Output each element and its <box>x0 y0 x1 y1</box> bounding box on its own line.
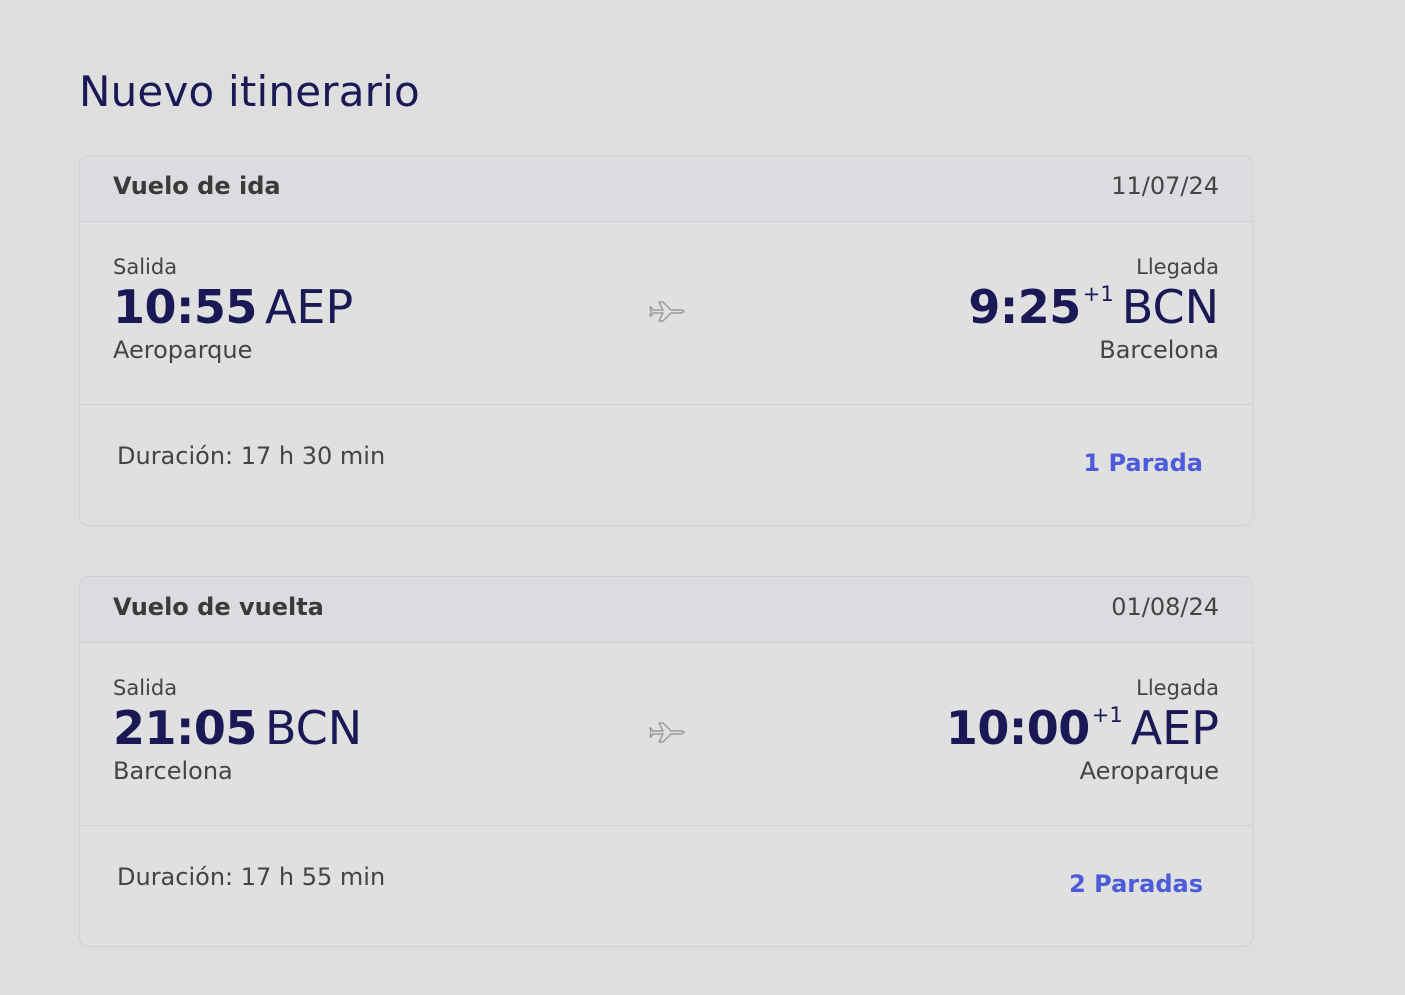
flight-duration: Duración: 17 h 55 min <box>117 863 386 891</box>
departure-city: Aeroparque <box>113 336 253 364</box>
arrival-info: Llegada 9:25 +1 BCN Barcelona <box>968 254 1219 366</box>
leg-title: Vuelo de ida <box>113 172 281 200</box>
stops-link[interactable]: 1 Parada <box>1083 449 1203 477</box>
arrival-airport-code: BCN <box>1121 280 1219 334</box>
departure-time: 10:55 <box>113 280 257 334</box>
arrival-city: Aeroparque <box>1079 757 1219 785</box>
route-summary: Salida 21:05 BCN Barcelona Llegada 10:00… <box>80 643 1252 826</box>
airplane-icon <box>649 301 685 322</box>
departure-airport-code: BCN <box>264 701 363 755</box>
leg-title: Vuelo de vuelta <box>113 593 324 621</box>
day-offset: +1 <box>1082 282 1114 306</box>
outbound-flight-card: Vuelo de ida 11/07/24 Salida 10:55 AEP A… <box>79 155 1253 526</box>
flight-footer: Duración: 17 h 55 min 2 Paradas <box>80 827 1252 946</box>
page-title: Nuevo itinerario <box>79 67 420 116</box>
departure-airport-code: AEP <box>264 280 354 334</box>
arrival-airport-code: AEP <box>1130 701 1219 755</box>
arrival-time: 10:00 <box>945 701 1090 755</box>
outbound-card-header: Vuelo de ida 11/07/24 <box>80 156 1252 222</box>
arrival-label: Llegada <box>1136 676 1219 700</box>
departure-city: Barcelona <box>113 757 233 785</box>
return-flight-card: Vuelo de vuelta 01/08/24 Salida 21:05 BC… <box>79 576 1253 947</box>
return-card-header: Vuelo de vuelta 01/08/24 <box>80 577 1252 643</box>
departure-label: Salida <box>113 255 178 279</box>
leg-date: 11/07/24 <box>1111 172 1219 200</box>
leg-date: 01/08/24 <box>1111 593 1219 621</box>
departure-time: 21:05 <box>113 701 257 755</box>
day-offset: +1 <box>1091 703 1123 727</box>
departure-info: Salida 21:05 BCN Barcelona <box>113 675 362 787</box>
departure-info: Salida 10:55 AEP Aeroparque <box>113 254 353 366</box>
flight-duration: Duración: 17 h 30 min <box>117 442 386 470</box>
departure-label: Salida <box>113 676 178 700</box>
arrival-time: 9:25 <box>968 280 1081 334</box>
route-summary: Salida 10:55 AEP Aeroparque Llegada 9:25… <box>80 222 1252 405</box>
flight-footer: Duración: 17 h 30 min 1 Parada <box>80 406 1252 525</box>
arrival-city: Barcelona <box>1099 336 1219 364</box>
stops-link[interactable]: 2 Paradas <box>1069 870 1203 898</box>
airplane-icon <box>649 722 685 743</box>
arrival-info: Llegada 10:00 +1 AEP Aeroparque <box>946 675 1219 787</box>
